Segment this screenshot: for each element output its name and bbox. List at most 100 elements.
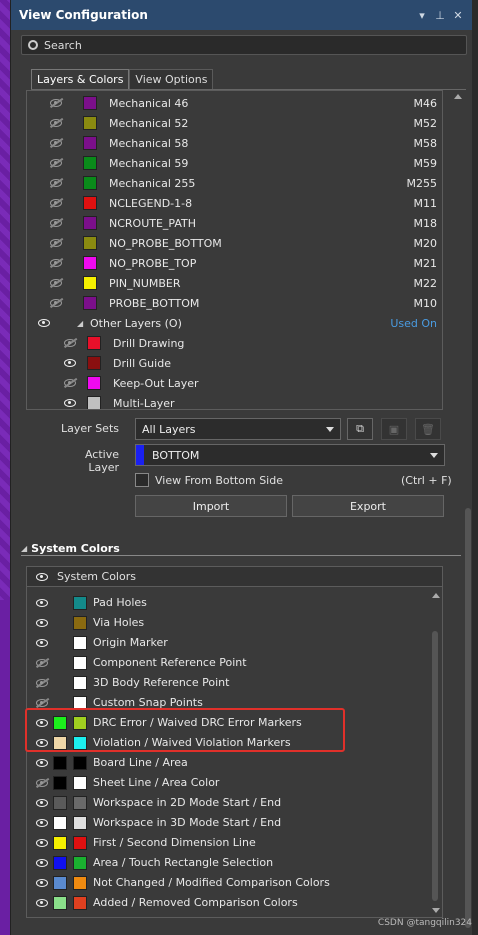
system-color-row[interactable]: Sheet Line / Area Color xyxy=(27,773,442,793)
layer-row[interactable]: Mechanical 52 M52 xyxy=(27,113,442,133)
eye-icon[interactable] xyxy=(49,178,63,188)
eye-icon[interactable] xyxy=(49,158,63,168)
layer-color-swatch[interactable] xyxy=(83,236,97,250)
layer-color-swatch[interactable] xyxy=(87,356,101,370)
pin-icon[interactable]: ⊥ xyxy=(434,9,446,22)
secondary-color-swatch[interactable] xyxy=(73,856,87,870)
layer-row[interactable]: Mechanical 58 M58 xyxy=(27,133,442,153)
eye-icon[interactable] xyxy=(35,638,49,648)
eye-icon[interactable] xyxy=(37,318,51,328)
scroll-up-icon[interactable] xyxy=(432,593,440,598)
eye-icon[interactable] xyxy=(35,572,49,582)
system-color-row[interactable]: Via Holes xyxy=(27,613,442,633)
secondary-color-swatch[interactable] xyxy=(73,876,87,890)
save-layer-set-button[interactable]: ▣ xyxy=(381,418,407,440)
export-button[interactable]: Export xyxy=(292,495,444,517)
primary-color-swatch[interactable] xyxy=(53,756,67,770)
primary-color-swatch[interactable] xyxy=(53,776,67,790)
system-color-row[interactable]: Added / Removed Comparison Colors xyxy=(27,893,442,913)
eye-icon[interactable] xyxy=(35,678,49,688)
system-color-row[interactable]: 3D Body Reference Point xyxy=(27,673,442,693)
system-color-row[interactable]: Not Changed / Modified Comparison Colors xyxy=(27,873,442,893)
layer-color-swatch[interactable] xyxy=(83,96,97,110)
eye-icon[interactable] xyxy=(35,778,49,788)
eye-icon[interactable] xyxy=(35,798,49,808)
system-color-row[interactable]: Area / Touch Rectangle Selection xyxy=(27,853,442,873)
layer-row[interactable]: NO_PROBE_BOTTOM M20 xyxy=(27,233,442,253)
tab-view-options[interactable]: View Options xyxy=(129,69,214,89)
eye-icon[interactable] xyxy=(49,118,63,128)
dropdown-icon[interactable]: ▾ xyxy=(416,9,428,22)
system-color-row[interactable]: Component Reference Point xyxy=(27,653,442,673)
system-color-row[interactable]: Workspace in 2D Mode Start / End xyxy=(27,793,442,813)
layer-color-swatch[interactable] xyxy=(83,136,97,150)
primary-color-swatch[interactable] xyxy=(53,816,67,830)
secondary-color-swatch[interactable] xyxy=(73,836,87,850)
secondary-color-swatch[interactable] xyxy=(73,776,87,790)
eye-icon[interactable] xyxy=(35,818,49,828)
active-layer-dropdown[interactable]: BOTTOM xyxy=(135,444,445,466)
system-color-row[interactable]: First / Second Dimension Line xyxy=(27,833,442,853)
eye-icon[interactable] xyxy=(35,618,49,628)
scroll-down-icon[interactable] xyxy=(432,908,440,913)
secondary-color-swatch[interactable] xyxy=(73,816,87,830)
layer-color-swatch[interactable] xyxy=(83,256,97,270)
close-icon[interactable]: ✕ xyxy=(452,9,464,22)
eye-icon[interactable] xyxy=(63,378,77,388)
eye-icon[interactable] xyxy=(35,698,49,708)
panel-scrollbar[interactable] xyxy=(465,508,471,928)
eye-icon[interactable] xyxy=(49,298,63,308)
add-layer-set-button[interactable]: ⧉ xyxy=(347,418,373,440)
import-button[interactable]: Import xyxy=(135,495,287,517)
eye-icon[interactable] xyxy=(63,358,77,368)
layer-color-swatch[interactable] xyxy=(87,396,101,409)
layer-row[interactable]: PIN_NUMBER M22 xyxy=(27,273,442,293)
system-color-row[interactable]: Pad Holes xyxy=(27,593,442,613)
eye-icon[interactable] xyxy=(35,838,49,848)
primary-color-swatch[interactable] xyxy=(53,876,67,890)
eye-icon[interactable] xyxy=(63,338,77,348)
eye-icon[interactable] xyxy=(49,258,63,268)
tab-layers-colors[interactable]: Layers & Colors xyxy=(31,69,130,89)
secondary-color-swatch[interactable] xyxy=(73,796,87,810)
primary-color-swatch[interactable] xyxy=(53,836,67,850)
eye-icon[interactable] xyxy=(63,398,77,408)
secondary-color-swatch[interactable] xyxy=(73,636,87,650)
eye-icon[interactable] xyxy=(49,218,63,228)
eye-icon[interactable] xyxy=(49,198,63,208)
layer-color-swatch[interactable] xyxy=(83,116,97,130)
secondary-color-swatch[interactable] xyxy=(73,756,87,770)
eye-icon[interactable] xyxy=(35,598,49,608)
eye-icon[interactable] xyxy=(35,758,49,768)
secondary-color-swatch[interactable] xyxy=(73,596,87,610)
layer-color-swatch[interactable] xyxy=(83,156,97,170)
delete-layer-set-button[interactable]: 🗑 xyxy=(415,418,441,440)
layer-color-swatch[interactable] xyxy=(87,336,101,350)
secondary-color-swatch[interactable] xyxy=(73,676,87,690)
system-color-row[interactable]: Board Line / Area xyxy=(27,753,442,773)
layer-color-swatch[interactable] xyxy=(83,216,97,230)
system-color-row[interactable]: Workspace in 3D Mode Start / End xyxy=(27,813,442,833)
system-colors-section-header[interactable]: ◢ System Colors xyxy=(21,540,461,556)
eye-icon[interactable] xyxy=(49,238,63,248)
other-layer-row[interactable]: Drill Drawing xyxy=(27,333,442,353)
secondary-color-swatch[interactable] xyxy=(73,616,87,630)
layer-color-swatch[interactable] xyxy=(83,176,97,190)
other-layers-group-row[interactable]: Other Layers (O) Used On xyxy=(27,313,442,333)
eye-icon[interactable] xyxy=(49,278,63,288)
layer-color-swatch[interactable] xyxy=(83,276,97,290)
layer-sets-dropdown[interactable]: All Layers xyxy=(135,418,341,440)
eye-icon[interactable] xyxy=(35,858,49,868)
other-layer-row[interactable]: Multi-Layer xyxy=(27,393,442,409)
system-color-row[interactable]: Origin Marker xyxy=(27,633,442,653)
used-on-link[interactable]: Used On xyxy=(390,317,437,330)
other-layer-row[interactable]: Drill Guide xyxy=(27,353,442,373)
eye-icon[interactable] xyxy=(49,98,63,108)
other-layer-row[interactable]: Keep-Out Layer xyxy=(27,373,442,393)
eye-icon[interactable] xyxy=(49,138,63,148)
search-input[interactable]: Search xyxy=(21,35,467,55)
secondary-color-swatch[interactable] xyxy=(73,656,87,670)
primary-color-swatch[interactable] xyxy=(53,796,67,810)
layer-color-swatch[interactable] xyxy=(83,296,97,310)
layer-color-swatch[interactable] xyxy=(83,196,97,210)
